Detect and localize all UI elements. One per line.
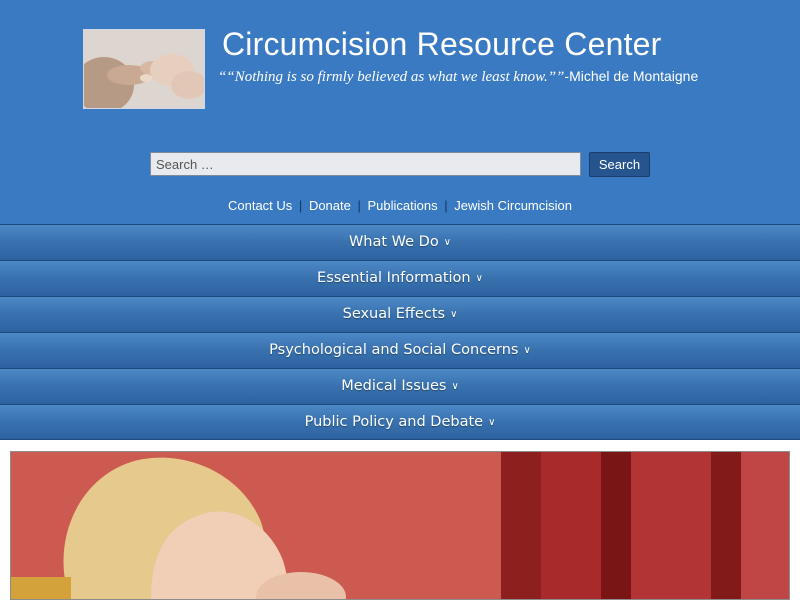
nav-item-what-we-do[interactable]: What We Do ∨: [0, 224, 800, 260]
chevron-down-icon: ∨: [443, 237, 452, 248]
main-navigation: What We Do ∨ Essential Information ∨ Sexua…: [0, 224, 800, 440]
nav-item-label: Psychological and Social Concerns: [269, 342, 519, 358]
link-separator: |: [298, 198, 303, 213]
link-donate[interactable]: Donate: [309, 198, 351, 213]
nav-item-medical-issues[interactable]: Medical Issues ∨: [0, 368, 800, 404]
chevron-down-icon: ∨: [451, 381, 459, 392]
nav-item-public-policy[interactable]: Public Policy and Debate ∨: [0, 404, 800, 440]
nav-item-sexual-effects[interactable]: Sexual Effects ∨: [0, 296, 800, 332]
nav-item-psychological-social[interactable]: Psychological and Social Concerns ∨: [0, 332, 800, 368]
nav-item-label: Essential Information: [317, 270, 471, 286]
site-header: Circumcision Resource Center ““Nothing i…: [0, 0, 800, 224]
link-jewish-circumcision[interactable]: Jewish Circumcision: [454, 198, 572, 213]
hero-image-mother-infant: [10, 451, 790, 600]
tagline-author: -Michel de Montaigne: [564, 68, 699, 84]
nav-item-label: What We Do: [348, 234, 439, 250]
chevron-down-icon: ∨: [523, 345, 531, 356]
search-button[interactable]: Search: [589, 152, 650, 177]
search-input[interactable]: [150, 152, 581, 176]
site-tagline: ““Nothing is so firmly believed as what …: [218, 68, 698, 86]
link-contact-us[interactable]: Contact Us: [228, 198, 292, 213]
link-separator: |: [357, 198, 361, 213]
chevron-down-icon: ∨: [450, 309, 458, 320]
link-separator: |: [444, 198, 448, 213]
nav-item-essential-information[interactable]: Essential Information ∨: [0, 260, 800, 296]
top-links: Contact Us | Donate | Publications | Jew…: [0, 198, 800, 213]
chevron-down-icon: ∨: [475, 273, 483, 284]
tagline-quote: ““Nothing is so firmly believed as what …: [218, 69, 565, 85]
site-title[interactable]: Circumcision Resource Center: [222, 26, 662, 63]
logo-hands-image[interactable]: [83, 29, 205, 109]
nav-item-label: Sexual Effects: [342, 306, 446, 322]
nav-item-label: Public Policy and Debate: [304, 414, 484, 430]
link-publications[interactable]: Publications: [368, 198, 438, 213]
nav-item-label: Medical Issues: [341, 378, 447, 394]
chevron-down-icon: ∨: [488, 417, 496, 428]
